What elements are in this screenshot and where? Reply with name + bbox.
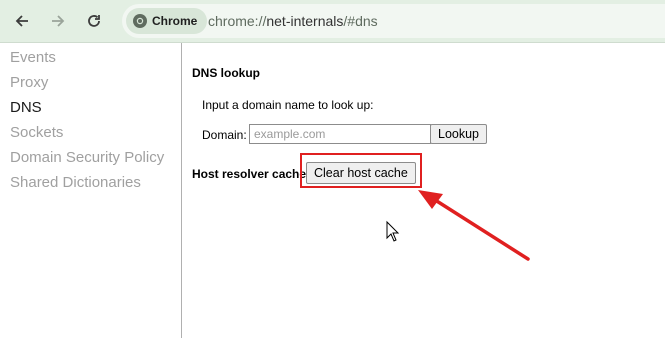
browser-toolbar: Chrome chrome://net-internals/#dns xyxy=(0,0,665,43)
arrow-right-icon xyxy=(52,15,65,27)
url-host: net-internals xyxy=(266,13,344,29)
forward-button[interactable] xyxy=(44,7,72,35)
sidebar-item-shared-dictionaries[interactable]: Shared Dictionaries xyxy=(10,174,141,191)
address-bar[interactable]: Chrome chrome://net-internals/#dns xyxy=(122,4,665,38)
host-resolver-cache-title: Host resolver cache xyxy=(192,167,307,181)
sidebar-item-sockets[interactable]: Sockets xyxy=(10,124,63,141)
sidebar: Events Proxy DNS Sockets Domain Security… xyxy=(0,43,182,338)
sidebar-item-domain-security-policy[interactable]: Domain Security Policy xyxy=(10,149,164,166)
back-button[interactable] xyxy=(8,7,36,35)
reload-icon xyxy=(88,15,100,27)
sidebar-item-dns[interactable]: DNS xyxy=(10,99,42,116)
url-text: chrome://net-internals/#dns xyxy=(208,13,378,29)
url-scheme: chrome:// xyxy=(208,13,267,29)
dns-panel: DNS lookup Input a domain name to look u… xyxy=(182,43,665,338)
chip-label: Chrome xyxy=(152,14,198,28)
clear-host-cache-button[interactable]: Clear host cache xyxy=(306,162,416,184)
lookup-button[interactable]: Lookup xyxy=(430,124,488,144)
lookup-instruction: Input a domain name to look up: xyxy=(202,98,374,112)
chrome-icon xyxy=(133,14,147,28)
sidebar-item-proxy[interactable]: Proxy xyxy=(10,74,48,91)
domain-label: Domain: xyxy=(202,128,247,142)
domain-input[interactable] xyxy=(249,124,431,144)
arrow-left-icon xyxy=(15,15,28,27)
site-info-chip[interactable]: Chrome xyxy=(126,8,208,34)
url-path: /#dns xyxy=(343,13,378,29)
dns-lookup-title: DNS lookup xyxy=(192,66,260,80)
sidebar-item-events[interactable]: Events xyxy=(10,49,56,66)
reload-button[interactable] xyxy=(80,7,108,35)
